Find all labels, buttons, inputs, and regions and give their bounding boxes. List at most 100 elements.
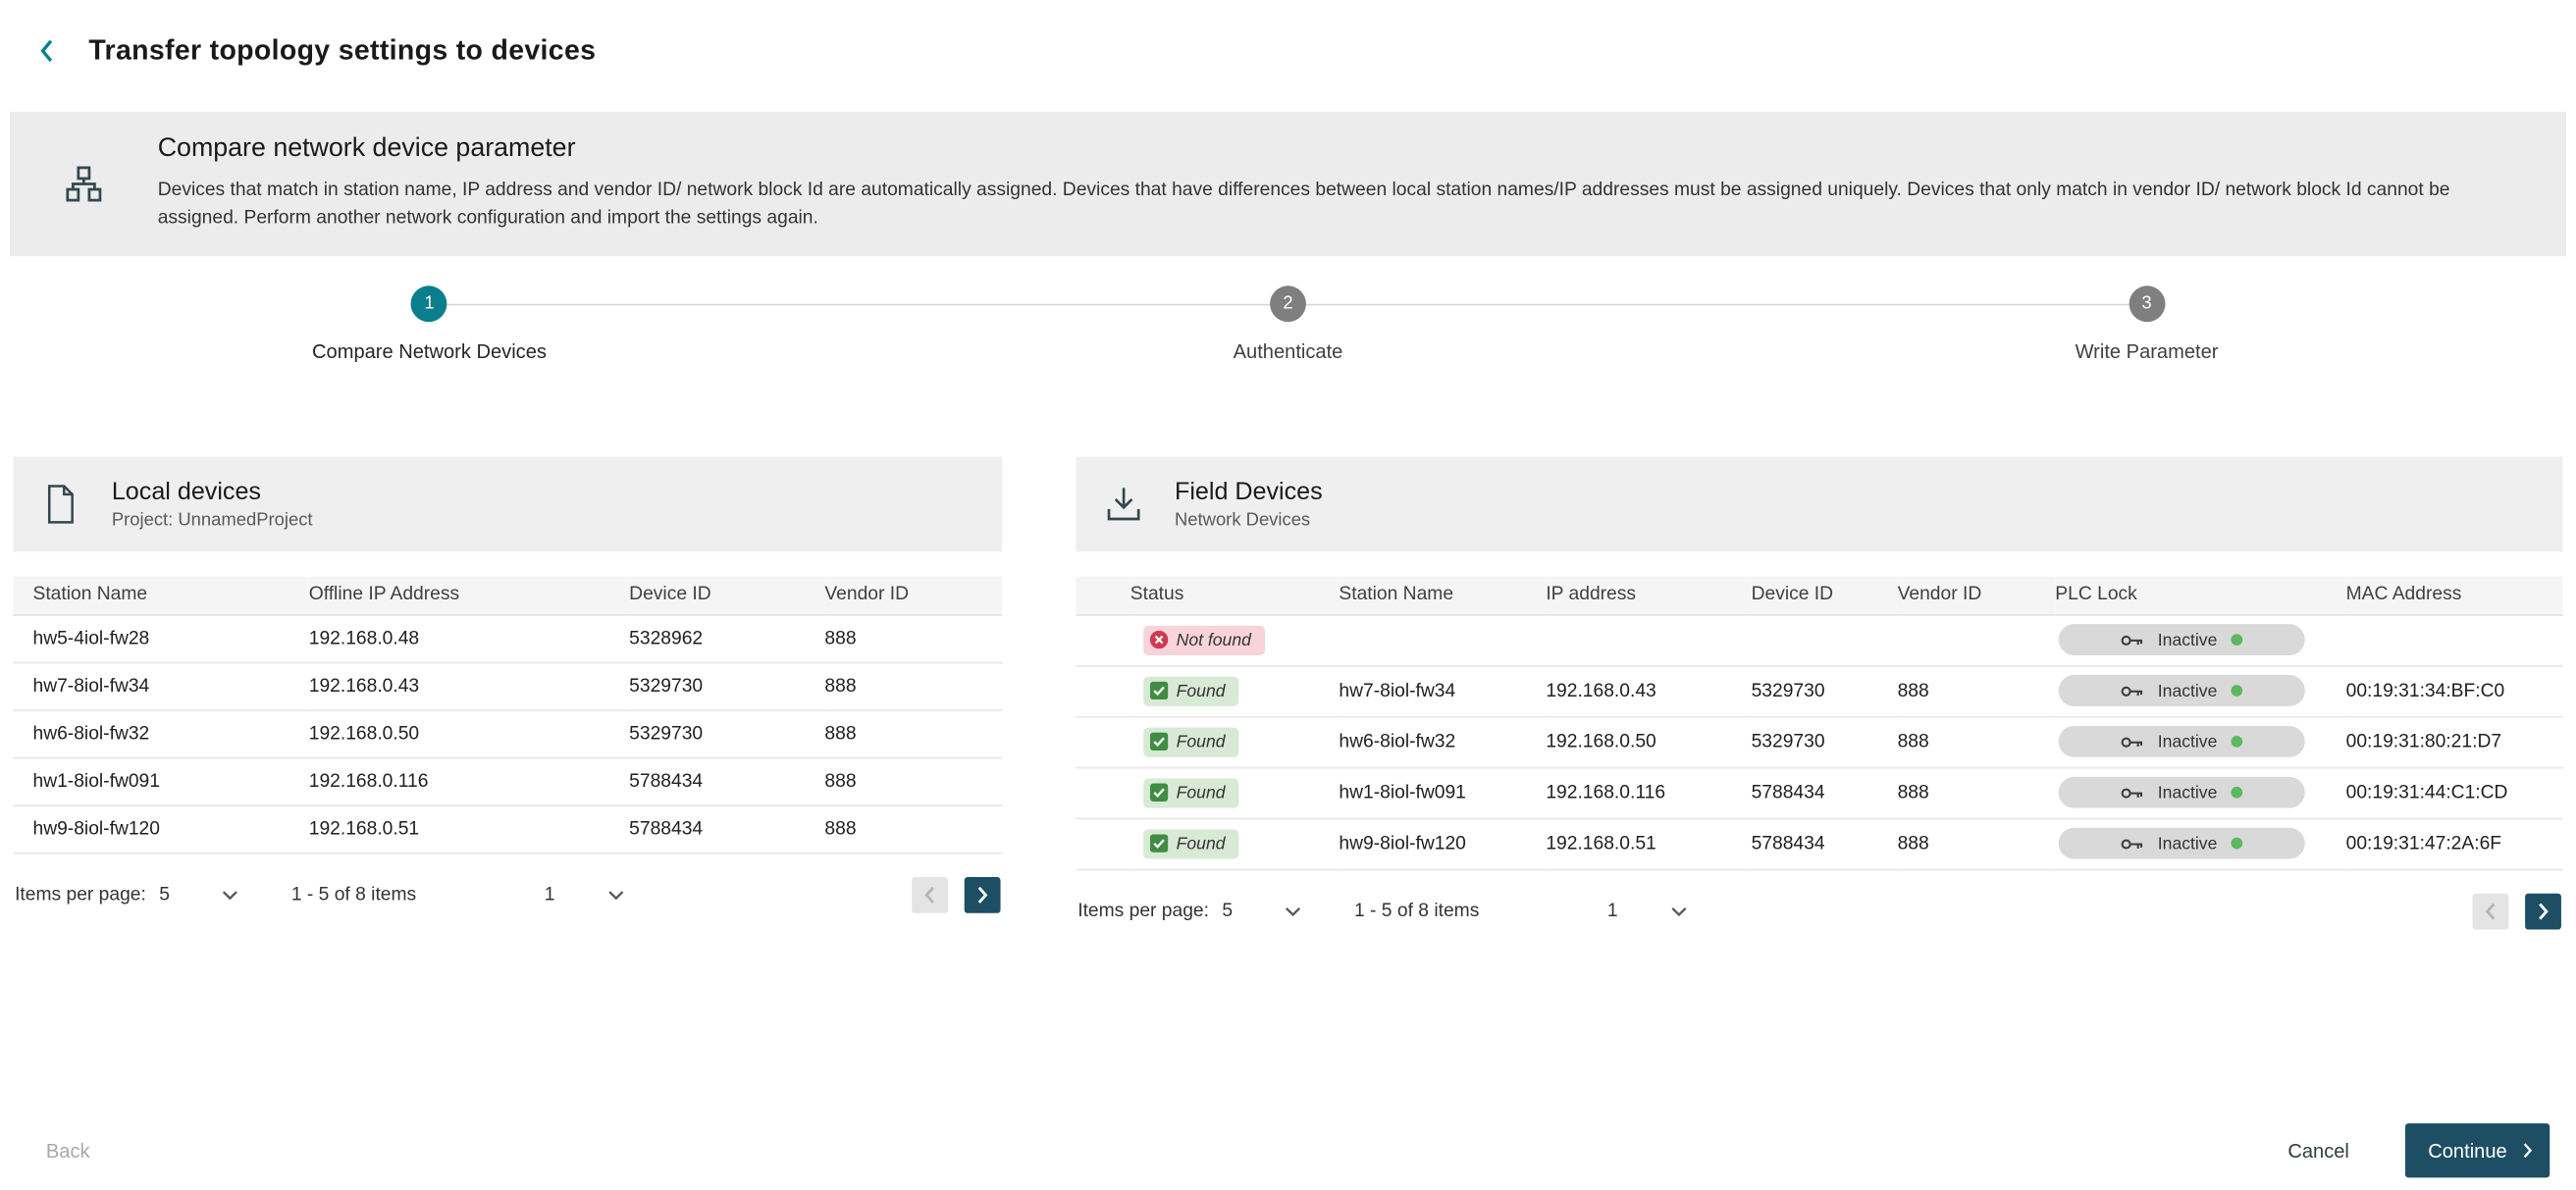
topology-icon [10, 166, 158, 202]
step-1-label: Compare Network Devices [312, 340, 547, 363]
document-icon [39, 485, 82, 524]
continue-button[interactable]: Continue [2405, 1123, 2550, 1177]
status-dot-icon [2231, 838, 2242, 850]
status-badge-found: Found [1143, 727, 1238, 756]
local-devices-panel: Local devices Project: UnnamedProject St… [13, 456, 1002, 912]
cell-station-name: hw7-8iol-fw34 [1339, 665, 1546, 716]
next-page-button[interactable] [2525, 893, 2561, 929]
status-badge-not-found: Not found [1143, 625, 1264, 654]
local-device-row: hw9-8iol-fw120 192.168.0.51 5788434 888 [13, 804, 1002, 853]
cell-selection [1077, 716, 1130, 767]
cell-ip-address: 192.168.0.51 [1546, 818, 1751, 869]
plc-lock-toggle[interactable]: Inactive [2059, 726, 2305, 757]
status-badge-found: Found [1143, 829, 1238, 858]
prev-page-button[interactable] [2473, 893, 2509, 929]
cell-mac-address: 00:19:31:47:2A:6F [2346, 818, 2563, 869]
step-2-circle: 2 [1270, 285, 1306, 322]
cell-mac-address: 00:19:31:34:BF:C0 [2346, 665, 2563, 716]
items-per-page-select[interactable]: 5 [159, 885, 170, 905]
status-dot-icon [2231, 787, 2242, 799]
cell-status: Found [1130, 716, 1340, 767]
cell-status: Found [1130, 665, 1340, 716]
cell-selection [1077, 818, 1130, 869]
selection-column-header [1077, 577, 1130, 615]
local-device-row: hw5-4iol-fw28 192.168.0.48 5328962 888 [13, 614, 1002, 662]
cell-device-id: 5329730 [1752, 716, 1898, 767]
cell-plc-lock: Inactive [2055, 818, 2345, 869]
field-devices-header: Field Devices Network Devices [1077, 456, 2563, 551]
chevron-down-icon[interactable] [607, 890, 624, 900]
items-per-page-label: Items per page: [15, 885, 146, 905]
cell-vendor-id: 888 [824, 709, 1002, 757]
local-devices-header-row: Station Name Offline IP Address Device I… [13, 577, 1002, 615]
field-devices-title: Field Devices [1175, 478, 1323, 505]
transfer-topology-page: Transfer topology settings to devices Co… [0, 0, 2576, 1190]
plc-lock-state: Inactive [2158, 630, 2218, 649]
plc-lock-toggle[interactable]: Inactive [2059, 624, 2305, 655]
back-button[interactable]: Back [46, 1139, 90, 1162]
cell-ip-address [1546, 614, 1751, 665]
page-select[interactable]: 1 [1607, 901, 1618, 920]
local-devices-table: Station Name Offline IP Address Device I… [13, 577, 1002, 854]
step-2-label: Authenticate [1234, 340, 1343, 363]
page-title: Transfer topology settings to devices [88, 34, 596, 67]
chevron-down-icon[interactable] [1286, 905, 1302, 915]
back-chevron-icon[interactable] [26, 31, 66, 71]
cell-device-id: 5788434 [1752, 767, 1898, 818]
step-1-circle: 1 [411, 285, 447, 322]
cell-device-id: 5328962 [629, 614, 824, 662]
cell-ip-address: 192.168.0.43 [1546, 665, 1751, 716]
cell-station-name: hw5-4iol-fw28 [13, 614, 308, 662]
cancel-button[interactable]: Cancel [2287, 1139, 2349, 1162]
cell-device-id: 5329730 [1752, 665, 1898, 716]
cell-vendor-id: 888 [1898, 716, 2056, 767]
range-label: 1 - 5 of 8 items [291, 885, 416, 905]
chevron-down-icon[interactable] [223, 890, 239, 900]
status-text: Not found [1177, 630, 1251, 649]
field-device-row: Found hw7-8iol-fw34 192.168.0.43 5329730… [1077, 665, 2563, 716]
cell-vendor-id: 888 [1898, 665, 2056, 716]
status-badge-found: Found [1143, 778, 1238, 807]
items-per-page-select[interactable]: 5 [1222, 901, 1233, 920]
status-badge-found: Found [1143, 676, 1238, 705]
field-devices-subtitle: Network Devices [1175, 511, 1323, 531]
items-per-page-label: Items per page: [1078, 901, 1209, 920]
plc-lock-state: Inactive [2158, 834, 2218, 854]
cell-device-id: 5329730 [629, 709, 824, 757]
status-text: Found [1177, 783, 1226, 802]
chevron-down-icon[interactable] [1670, 905, 1687, 915]
cell-station-name: hw6-8iol-fw32 [1339, 716, 1546, 767]
local-device-row: hw1-8iol-fw091 192.168.0.116 5788434 888 [13, 757, 1002, 805]
column-header-offline-ip: Offline IP Address [309, 577, 629, 615]
next-page-button[interactable] [965, 876, 1001, 912]
plc-lock-toggle[interactable]: Inactive [2059, 828, 2305, 859]
step-write-parameter: 3 Write Parameter [1717, 263, 2576, 363]
cell-vendor-id: 888 [1898, 818, 2056, 869]
local-devices-header: Local devices Project: UnnamedProject [13, 456, 1002, 551]
plc-lock-state: Inactive [2158, 783, 2218, 802]
local-device-row: hw6-8iol-fw32 192.168.0.50 5329730 888 [13, 709, 1002, 757]
cell-vendor-id [1898, 614, 2056, 665]
cell-device-id: 5788434 [629, 757, 824, 805]
status-dot-icon [2231, 736, 2242, 748]
cell-selection [1077, 665, 1130, 716]
cell-station-name: hw1-8iol-fw091 [13, 757, 308, 805]
plc-lock-toggle[interactable]: Inactive [2059, 777, 2305, 808]
field-device-row: Found hw6-8iol-fw32 192.168.0.50 5329730… [1077, 716, 2563, 767]
key-icon [2122, 633, 2144, 646]
column-header-vendor-id: Vendor ID [1898, 577, 2056, 615]
plc-lock-toggle[interactable]: Inactive [2059, 675, 2305, 706]
column-header-status: Status [1130, 577, 1340, 615]
cell-status: Found [1130, 767, 1340, 818]
check-icon [1150, 733, 1168, 750]
step-3-label: Write Parameter [2076, 340, 2219, 363]
continue-label: Continue [2428, 1139, 2506, 1162]
key-icon [2122, 786, 2144, 799]
cell-device-id: 5788434 [1752, 818, 1898, 869]
cell-selection [1077, 614, 1130, 665]
cell-vendor-id: 888 [824, 757, 1002, 805]
cell-ip-address: 192.168.0.116 [1546, 767, 1751, 818]
prev-page-button[interactable] [912, 876, 948, 912]
column-header-device-id: Device ID [629, 577, 824, 615]
page-select[interactable]: 1 [545, 885, 555, 905]
